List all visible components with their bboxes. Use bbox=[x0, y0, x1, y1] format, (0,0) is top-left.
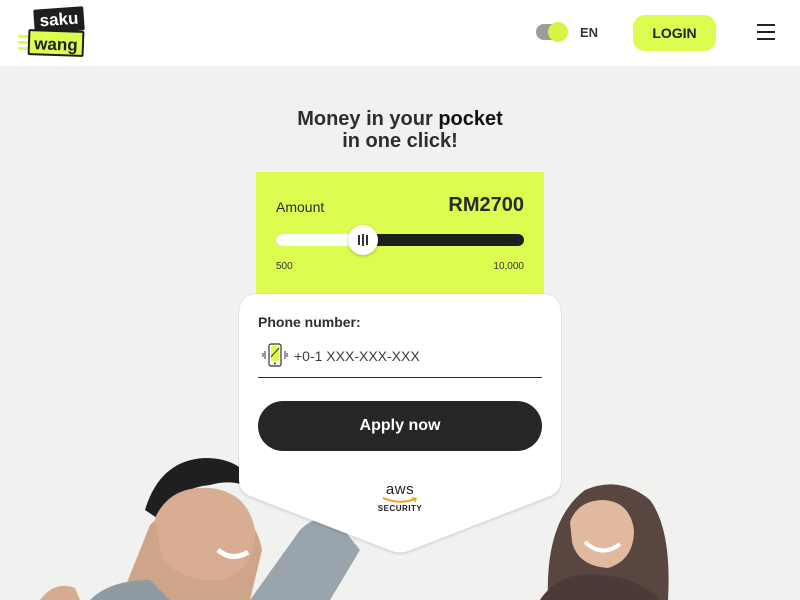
phone-icon bbox=[262, 343, 288, 367]
range-min-label: 500 bbox=[276, 261, 293, 272]
slider-thumb[interactable] bbox=[348, 225, 379, 255]
header: saku wang EN LOGIN bbox=[0, 0, 800, 66]
headline-part1: Money in your bbox=[297, 108, 439, 130]
aws-security-caption: SECURITY bbox=[377, 504, 423, 513]
language-label: EN bbox=[580, 25, 599, 40]
headline-line2: in one click! bbox=[342, 130, 458, 152]
login-button[interactable]: LOGIN bbox=[633, 15, 716, 51]
apply-now-button[interactable]: Apply now bbox=[258, 401, 542, 451]
phone-input-underline bbox=[258, 377, 542, 378]
language-toggle[interactable] bbox=[536, 22, 568, 42]
range-max-label: 10,000 bbox=[493, 261, 524, 272]
amount-card: Amount RM2700 500 10,000 bbox=[256, 172, 544, 306]
amount-label: Amount bbox=[276, 199, 325, 215]
aws-security-badge: aws SECURITY bbox=[368, 481, 432, 513]
application-form: Phone number: Apply now aws SECURITY bbox=[238, 293, 562, 553]
amount-slider[interactable] bbox=[276, 225, 524, 255]
toggle-knob bbox=[548, 22, 568, 42]
aws-smile-icon bbox=[382, 497, 417, 503]
logo-text-bottom: wang bbox=[27, 29, 85, 57]
phone-number-label: Phone number: bbox=[258, 314, 361, 330]
menu-icon[interactable] bbox=[757, 24, 775, 40]
aws-logo: aws bbox=[385, 481, 415, 498]
page-headline: Money in your pocket in one click! bbox=[200, 108, 600, 152]
amount-value: RM2700 bbox=[448, 194, 524, 216]
headline-emphasis: pocket bbox=[438, 108, 503, 130]
sakuwang-logo[interactable]: saku wang bbox=[18, 6, 88, 60]
phone-number-input[interactable] bbox=[294, 345, 540, 367]
